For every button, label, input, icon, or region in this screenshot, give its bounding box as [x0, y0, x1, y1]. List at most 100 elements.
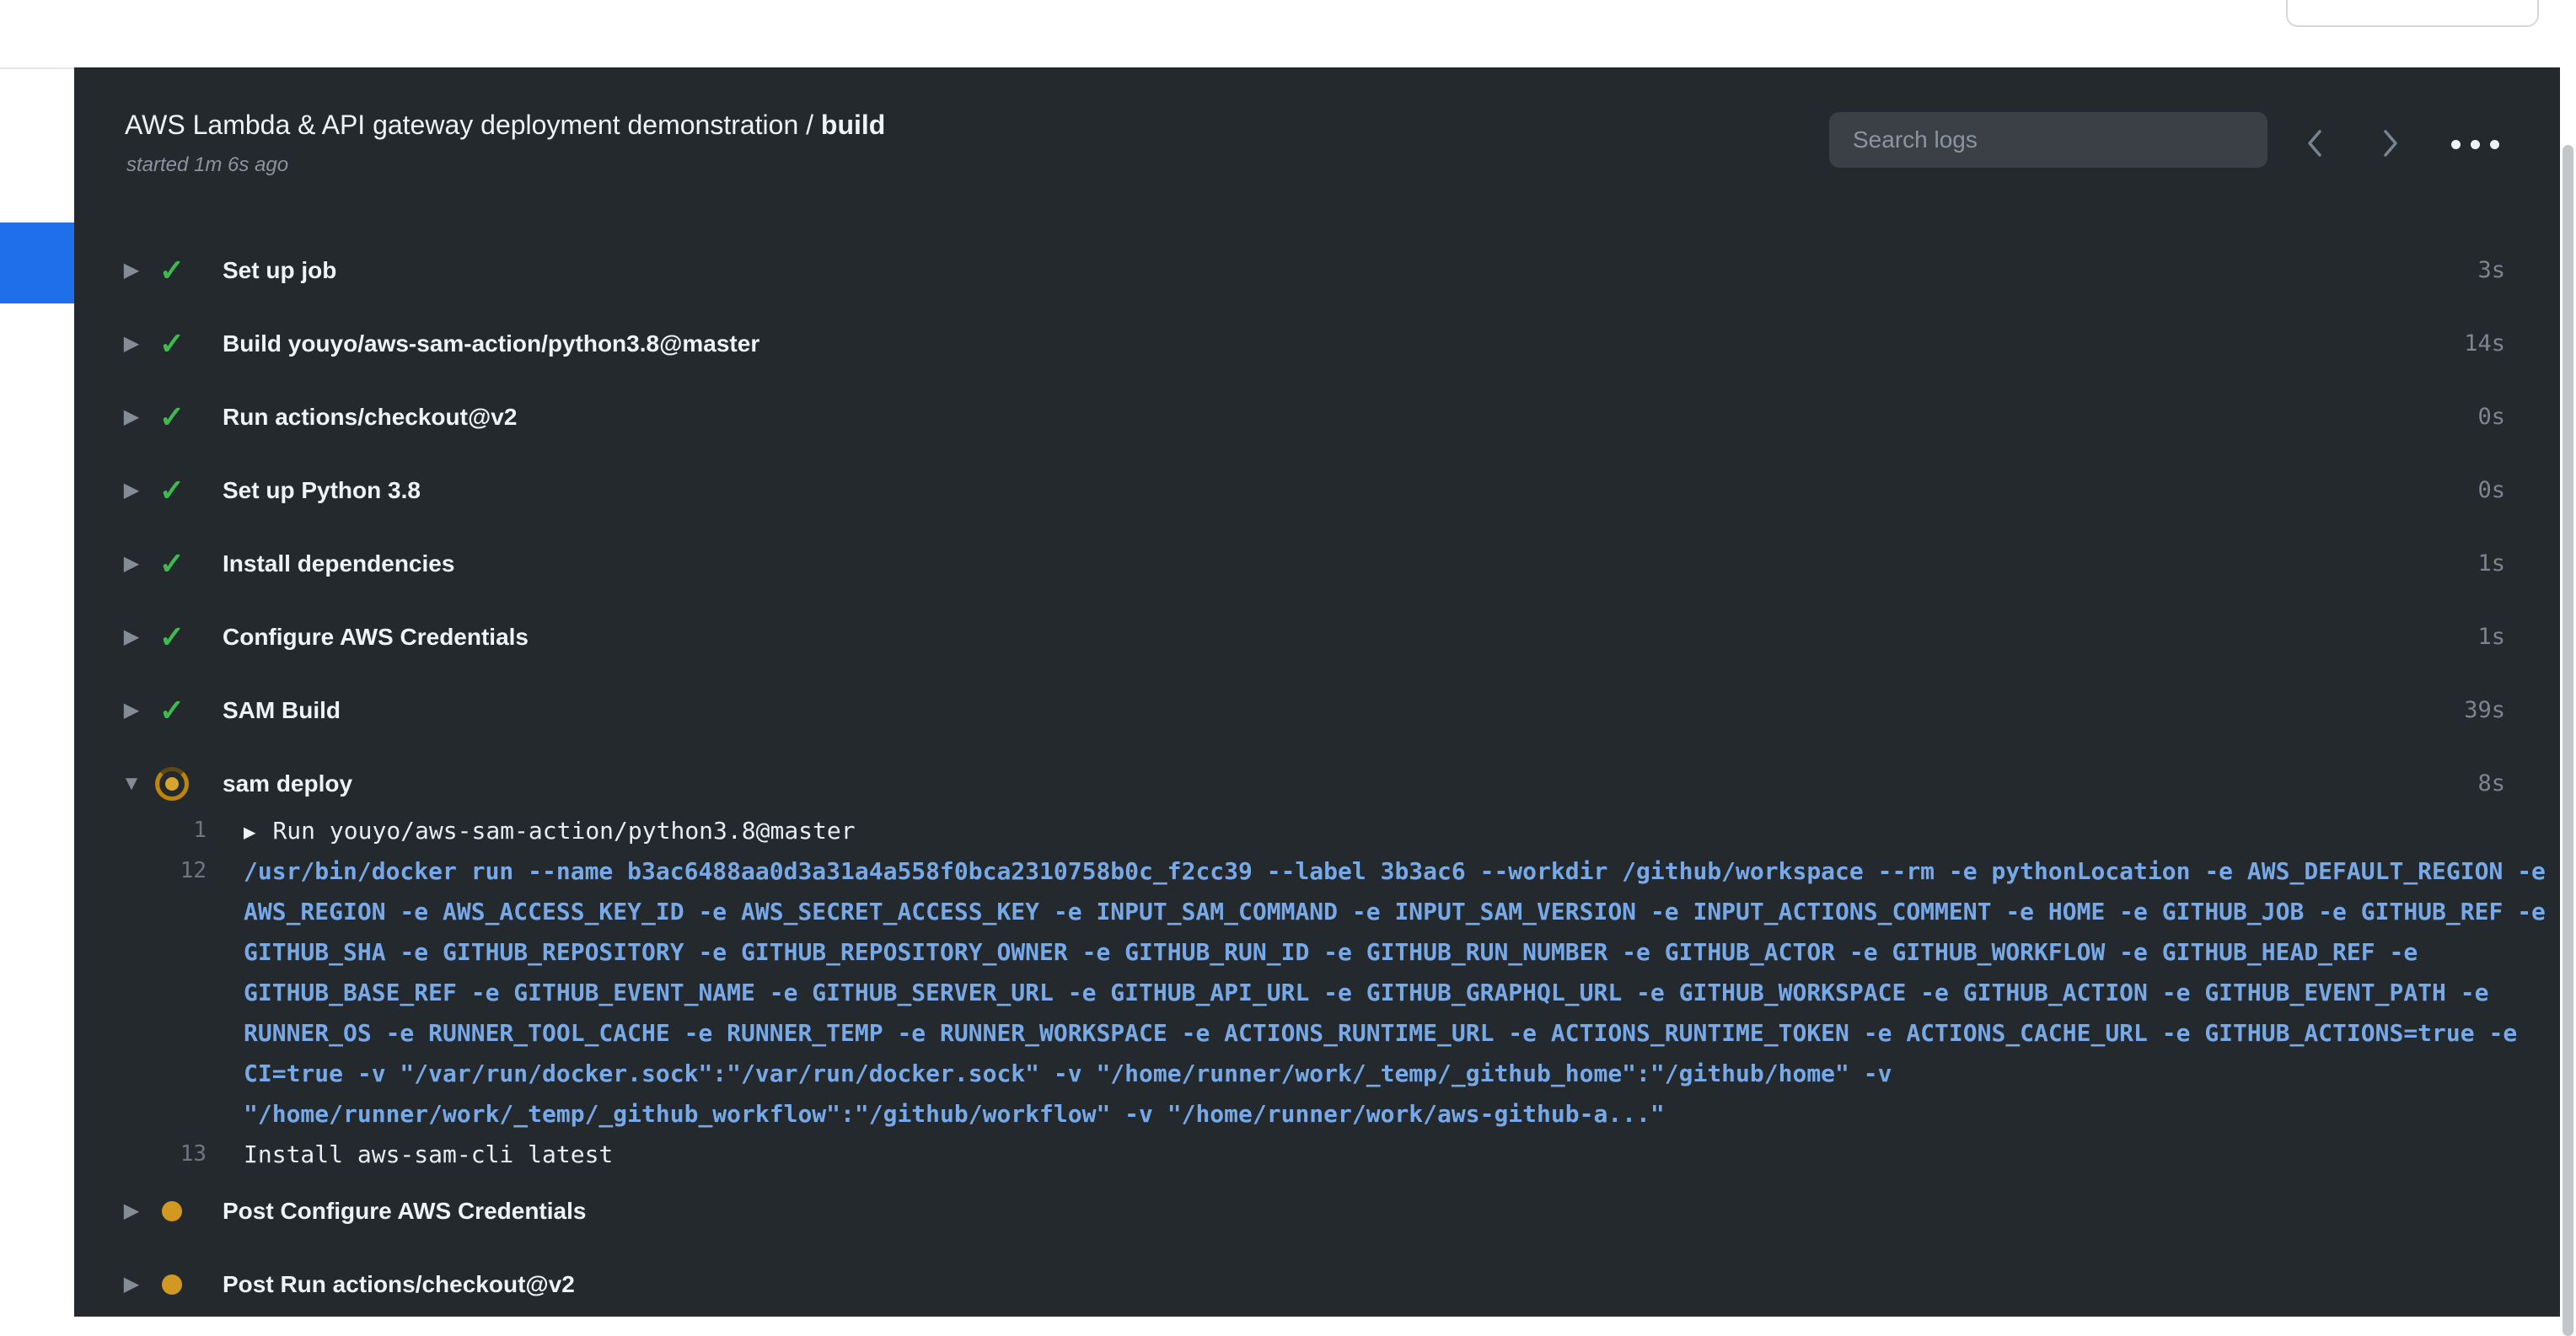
step-row[interactable]: ▶ ✓ Set up job 3s [74, 233, 2560, 307]
check-icon: ✓ [159, 326, 185, 362]
step-row[interactable]: ▶ ✓ Set up Python 3.8 0s [74, 453, 2560, 527]
search-prev-button[interactable] [2294, 123, 2336, 165]
log-line-text: "/home/runner/work/_temp/_github_workflo… [244, 1100, 1665, 1128]
disclosure-triangle-icon[interactable]: ▶ [115, 331, 148, 356]
step-label: Install dependencies [223, 550, 454, 577]
log-line-text: CI=true -v "/var/run/docker.sock":"/var/… [244, 1060, 1892, 1087]
log-line: CI=true -v "/var/run/docker.sock":"/var/… [74, 1053, 2560, 1093]
log-line: 1 ▶Run youyo/aws-sam-action/python3.8@ma… [74, 810, 2560, 850]
browser-button-outline[interactable] [2286, 0, 2539, 27]
log-line-text: RUNNER_OS -e RUNNER_TOOL_CACHE -e RUNNER… [244, 1019, 2517, 1047]
title-separator: / [798, 110, 821, 140]
check-icon: ✓ [159, 693, 185, 728]
status-icon: ✓ [153, 546, 191, 582]
step-duration: 8s [2477, 770, 2505, 797]
step-label: Post Run actions/checkout@v2 [223, 1271, 575, 1298]
step-duration: 3s [2477, 257, 2505, 283]
step-label: Configure AWS Credentials [223, 624, 529, 651]
step-row[interactable]: ▼ sam deploy 8s [74, 747, 2560, 820]
disclosure-triangle-icon[interactable]: ▼ [115, 772, 148, 796]
log-group-play-icon[interactable]: ▶ [244, 820, 255, 844]
log-line-number: 1 [74, 818, 207, 843]
status-icon: ✓ [153, 400, 191, 435]
log-line: 12 /usr/bin/docker run --name b3ac6488aa… [74, 850, 2560, 891]
log-output: 1 ▶Run youyo/aws-sam-action/python3.8@ma… [74, 810, 2560, 1174]
spinner-dot [165, 777, 179, 791]
check-icon: ✓ [159, 400, 185, 435]
selected-job-accent [0, 223, 74, 303]
search-next-button[interactable] [2369, 123, 2412, 165]
disclosure-triangle-icon[interactable]: ▶ [115, 258, 148, 282]
status-icon: ✓ [153, 620, 191, 655]
queued-dot-icon [162, 1201, 182, 1221]
status-icon [153, 1274, 191, 1295]
log-line-text: AWS_REGION -e AWS_ACCESS_KEY_ID -e AWS_S… [244, 898, 2546, 926]
step-label: SAM Build [223, 697, 341, 724]
step-row[interactable]: ▶ Post Run actions/checkout@v2 [74, 1247, 2560, 1317]
check-icon: ✓ [159, 546, 185, 582]
step-label: Build youyo/aws-sam-action/python3.8@mas… [223, 330, 759, 357]
search-logs-input[interactable] [1829, 112, 2267, 168]
log-line: GITHUB_SHA -e GITHUB_REPOSITORY -e GITHU… [74, 931, 2560, 972]
status-icon [153, 767, 191, 801]
log-line: RUNNER_OS -e RUNNER_TOOL_CACHE -e RUNNER… [74, 1012, 2560, 1053]
check-icon: ✓ [159, 473, 185, 508]
log-line: 13 Install aws-sam-cli latest [74, 1134, 2560, 1174]
status-icon: ✓ [153, 253, 191, 288]
scrollbar-thumb[interactable] [2563, 145, 2573, 1336]
disclosure-triangle-icon[interactable]: ▶ [115, 478, 148, 502]
step-duration: 1s [2477, 624, 2505, 650]
kebab-dot-icon [2490, 140, 2499, 149]
step-duration: 14s [2464, 330, 2505, 357]
disclosure-triangle-icon[interactable]: ▶ [115, 405, 148, 429]
log-line-text: GITHUB_BASE_REF -e GITHUB_EVENT_NAME -e … [244, 979, 2488, 1006]
step-label: Post Configure AWS Credentials [223, 1198, 586, 1225]
log-line-text: Install aws-sam-cli latest [244, 1140, 613, 1168]
log-line-number: 12 [74, 858, 207, 883]
step-label: sam deploy [223, 770, 352, 797]
log-panel: AWS Lambda & API gateway deployment demo… [74, 67, 2560, 1317]
log-line: GITHUB_BASE_REF -e GITHUB_EVENT_NAME -e … [74, 972, 2560, 1012]
kebab-dot-icon [2451, 140, 2461, 149]
job-workflow-name: AWS Lambda & API gateway deployment demo… [125, 110, 798, 140]
log-line: "/home/runner/work/_temp/_github_workflo… [74, 1093, 2560, 1134]
step-label: Set up Python 3.8 [223, 477, 421, 504]
job-name: build [821, 110, 885, 140]
page-title: AWS Lambda & API gateway deployment demo… [125, 106, 885, 143]
check-icon: ✓ [159, 253, 185, 288]
log-line-text: /usr/bin/docker run --name b3ac6488aa0d3… [244, 857, 2546, 885]
step-label: Run actions/checkout@v2 [223, 404, 517, 431]
disclosure-triangle-icon[interactable]: ▶ [115, 698, 148, 722]
step-row[interactable]: ▶ ✓ Install dependencies 1s [74, 527, 2560, 600]
step-duration: 39s [2464, 697, 2505, 723]
step-duration: 0s [2477, 477, 2505, 503]
steps-list: ▶ ✓ Set up job 3s ▶ ✓ Build youyo/aws-sa… [74, 233, 2560, 1317]
step-row[interactable]: ▶ ✓ SAM Build 39s [74, 673, 2560, 747]
step-row[interactable]: ▶ ✓ Build youyo/aws-sam-action/python3.8… [74, 307, 2560, 380]
chevron-left-icon [2303, 125, 2326, 164]
disclosure-triangle-icon[interactable]: ▶ [115, 1272, 148, 1296]
disclosure-triangle-icon[interactable]: ▶ [115, 551, 148, 576]
status-icon [153, 1201, 191, 1221]
step-label: Set up job [223, 257, 336, 284]
disclosure-triangle-icon[interactable]: ▶ [115, 625, 148, 649]
step-row[interactable]: ▶ ✓ Configure AWS Credentials 1s [74, 600, 2560, 673]
step-duration: 0s [2477, 404, 2505, 430]
step-duration: 1s [2477, 550, 2505, 577]
browser-topbar [0, 0, 2576, 69]
log-line-text: GITHUB_SHA -e GITHUB_REPOSITORY -e GITHU… [244, 938, 2418, 966]
log-line-text: ▶Run youyo/aws-sam-action/python3.8@mast… [244, 817, 856, 845]
status-icon: ✓ [153, 326, 191, 362]
status-icon: ✓ [153, 473, 191, 508]
queued-dot-icon [162, 1274, 182, 1295]
kebab-menu-button[interactable] [2434, 123, 2515, 165]
scrollbar-track[interactable] [2560, 0, 2576, 1336]
chevron-right-icon [2379, 125, 2402, 164]
step-row[interactable]: ▶ Post Configure AWS Credentials [74, 1174, 2560, 1247]
step-row[interactable]: ▶ ✓ Run actions/checkout@v2 0s [74, 380, 2560, 453]
disclosure-triangle-icon[interactable]: ▶ [115, 1199, 148, 1223]
log-line-number: 13 [74, 1141, 207, 1167]
job-started-timestamp: started 1m 6s ago [126, 152, 288, 179]
in-progress-spinner-icon [155, 767, 189, 801]
check-icon: ✓ [159, 620, 185, 655]
